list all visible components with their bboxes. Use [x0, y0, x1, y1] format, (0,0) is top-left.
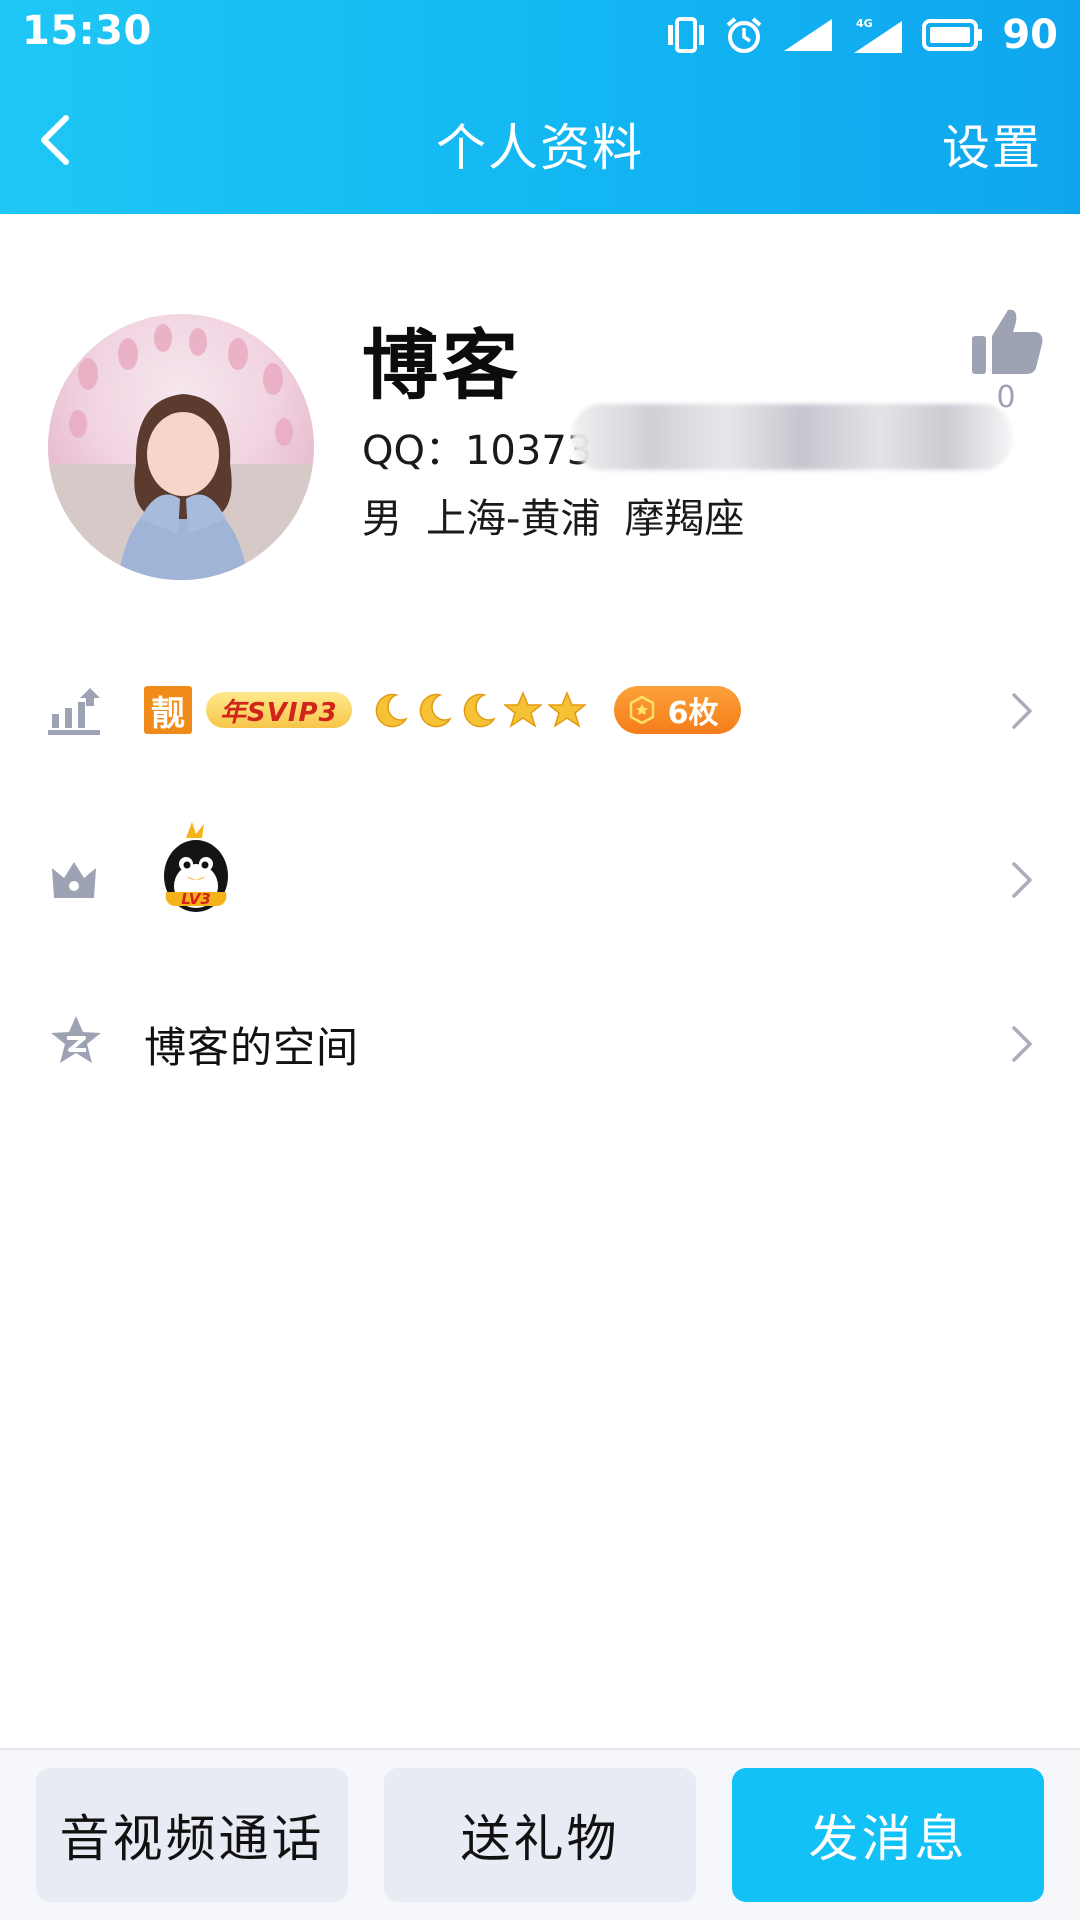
4g-signal-icon: 4G [854, 17, 903, 53]
nav-bar: 个人资料 设置 [0, 90, 1080, 190]
page-title: 个人资料 [436, 119, 644, 177]
location: 上海-黄浦 [426, 496, 601, 542]
zodiac: 摩羯座 [624, 496, 745, 542]
game-level-row[interactable]: LV3 [0, 820, 1080, 940]
qzone-star-icon [51, 1016, 101, 1063]
star-icon [503, 691, 542, 728]
star-icon [547, 691, 586, 728]
gender: 男 [362, 496, 402, 542]
qq-number-mask [572, 404, 1012, 470]
status-time: 15:30 [22, 8, 152, 54]
chevron-right-icon [1012, 862, 1032, 898]
level-up-icon [48, 688, 100, 735]
qq-number: QQ：10373 [362, 428, 593, 474]
vibrate-icon [668, 17, 705, 53]
status-bar: 15:30 4G 90 [0, 0, 1080, 70]
qzone-row[interactable]: 博客的空间 [0, 1004, 1080, 1084]
chevron-right-icon [1012, 693, 1032, 729]
thumbs-up-icon [972, 309, 1043, 374]
medal-count: 6枚 [667, 696, 719, 731]
send-gift-button[interactable]: 送礼物 [384, 1768, 696, 1902]
badge-list: 靓 年SVIP3 6枚 [144, 686, 741, 734]
profile-name: 博客 [362, 321, 522, 410]
signal-icon [784, 19, 833, 51]
av-call-button[interactable]: 音视频通话 [36, 1768, 348, 1902]
svip-badge: 年SVIP3 [206, 692, 352, 728]
profile-info: 男 上海-黄浦 摩羯座 [362, 486, 744, 544]
network-type-label: 4G [856, 17, 873, 30]
avatar[interactable] [48, 314, 314, 580]
settings-button[interactable]: 设置 [942, 108, 1042, 178]
qzone-label: 博客的空间 [144, 1023, 360, 1072]
like-count: 0 [996, 380, 1016, 415]
vip-level-row[interactable]: 靓 年SVIP3 6枚 [0, 676, 1080, 746]
bottom-action-bar: 音视频通话 送礼物 发消息 [0, 1748, 1080, 1920]
liang-badge: 靓 [144, 686, 192, 734]
moon-icon [463, 693, 496, 728]
penguin-level-label: LV3 [181, 890, 211, 908]
battery-level: 90 [1002, 12, 1058, 58]
app-header: 15:30 4G 90 个人资料 设置 [0, 0, 1080, 214]
alarm-icon [727, 17, 762, 53]
battery-icon [922, 19, 983, 51]
chevron-right-icon [1012, 1026, 1032, 1062]
like-button[interactable] [970, 306, 1044, 376]
send-message-button[interactable]: 发消息 [732, 1768, 1044, 1902]
medal-badge: 6枚 [613, 686, 741, 734]
crown-icon [52, 862, 96, 898]
moon-icon [419, 693, 452, 728]
medal-icon [629, 696, 654, 724]
avatar-photo [48, 324, 314, 580]
qq-level-icons [372, 691, 586, 729]
status-icons: 4G 90 [666, 10, 1058, 60]
penguin-level-badge: LV3 [164, 822, 228, 912]
moon-icon [375, 693, 408, 728]
